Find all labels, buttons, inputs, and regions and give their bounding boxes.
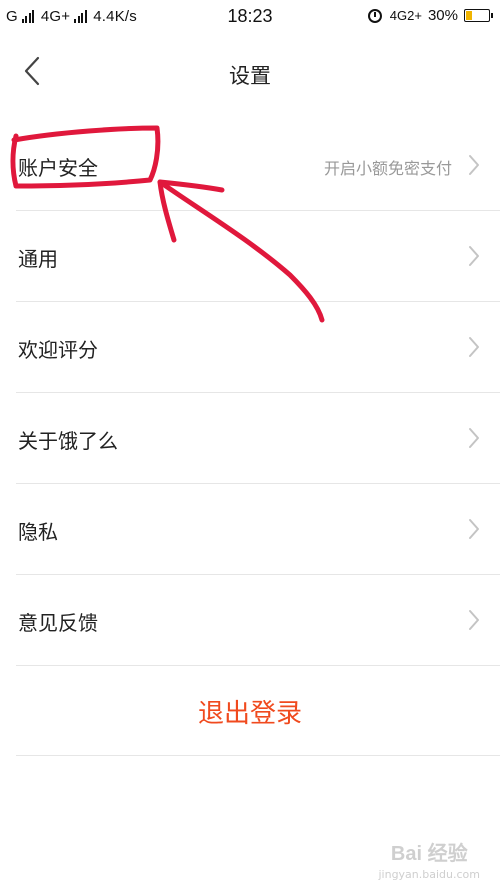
row-label: 账户安全 (18, 156, 98, 180)
alarm-icon (367, 8, 382, 23)
setting-account-security[interactable]: 账户安全 开启小额免密支付 (16, 120, 500, 211)
row-label: 欢迎评分 (18, 338, 98, 362)
settings-list: 账户安全 开启小额免密支付 通用 欢迎评分 关于饿了么 隐私 意见反馈 退出登录 (16, 120, 500, 756)
logout-row: 退出登录 (16, 666, 500, 756)
row-value: 开启小额免密支付 (323, 159, 452, 178)
chevron-right-icon (469, 519, 479, 539)
chevron-right-icon (469, 155, 479, 175)
watermark-main: Bai 经验 (390, 843, 468, 865)
row-label: 意见反馈 (18, 611, 98, 635)
chevron-right-icon (469, 246, 479, 266)
page-title: 设置 (229, 64, 271, 88)
row-label: 关于饿了么 (18, 429, 118, 453)
row-label: 隐私 (18, 520, 58, 544)
chevron-right-icon (469, 337, 479, 357)
network-label-right: 4G2+ (389, 8, 422, 23)
status-right: 4G2+ 30% (367, 7, 493, 24)
battery-icon (464, 9, 493, 22)
row-label: 通用 (18, 247, 58, 271)
watermark-logo: Bai 经验 jingyan.baidu.com (378, 837, 480, 881)
setting-about[interactable]: 关于饿了么 (16, 393, 500, 484)
setting-general[interactable]: 通用 (16, 211, 500, 302)
battery-percent: 30% (427, 7, 458, 24)
nav-header: 设置 (0, 34, 500, 108)
chevron-right-icon (469, 428, 479, 448)
watermark-sub: jingyan.baidu.com (378, 868, 480, 881)
setting-privacy[interactable]: 隐私 (16, 484, 500, 575)
status-bar: G 4G+ 4.4K/s 18:23 4G2+ 30% (0, 0, 500, 34)
setting-feedback[interactable]: 意见反馈 (16, 575, 500, 666)
chevron-right-icon (469, 610, 479, 630)
setting-rate-app[interactable]: 欢迎评分 (16, 302, 500, 393)
logout-button[interactable]: 退出登录 (16, 693, 484, 730)
